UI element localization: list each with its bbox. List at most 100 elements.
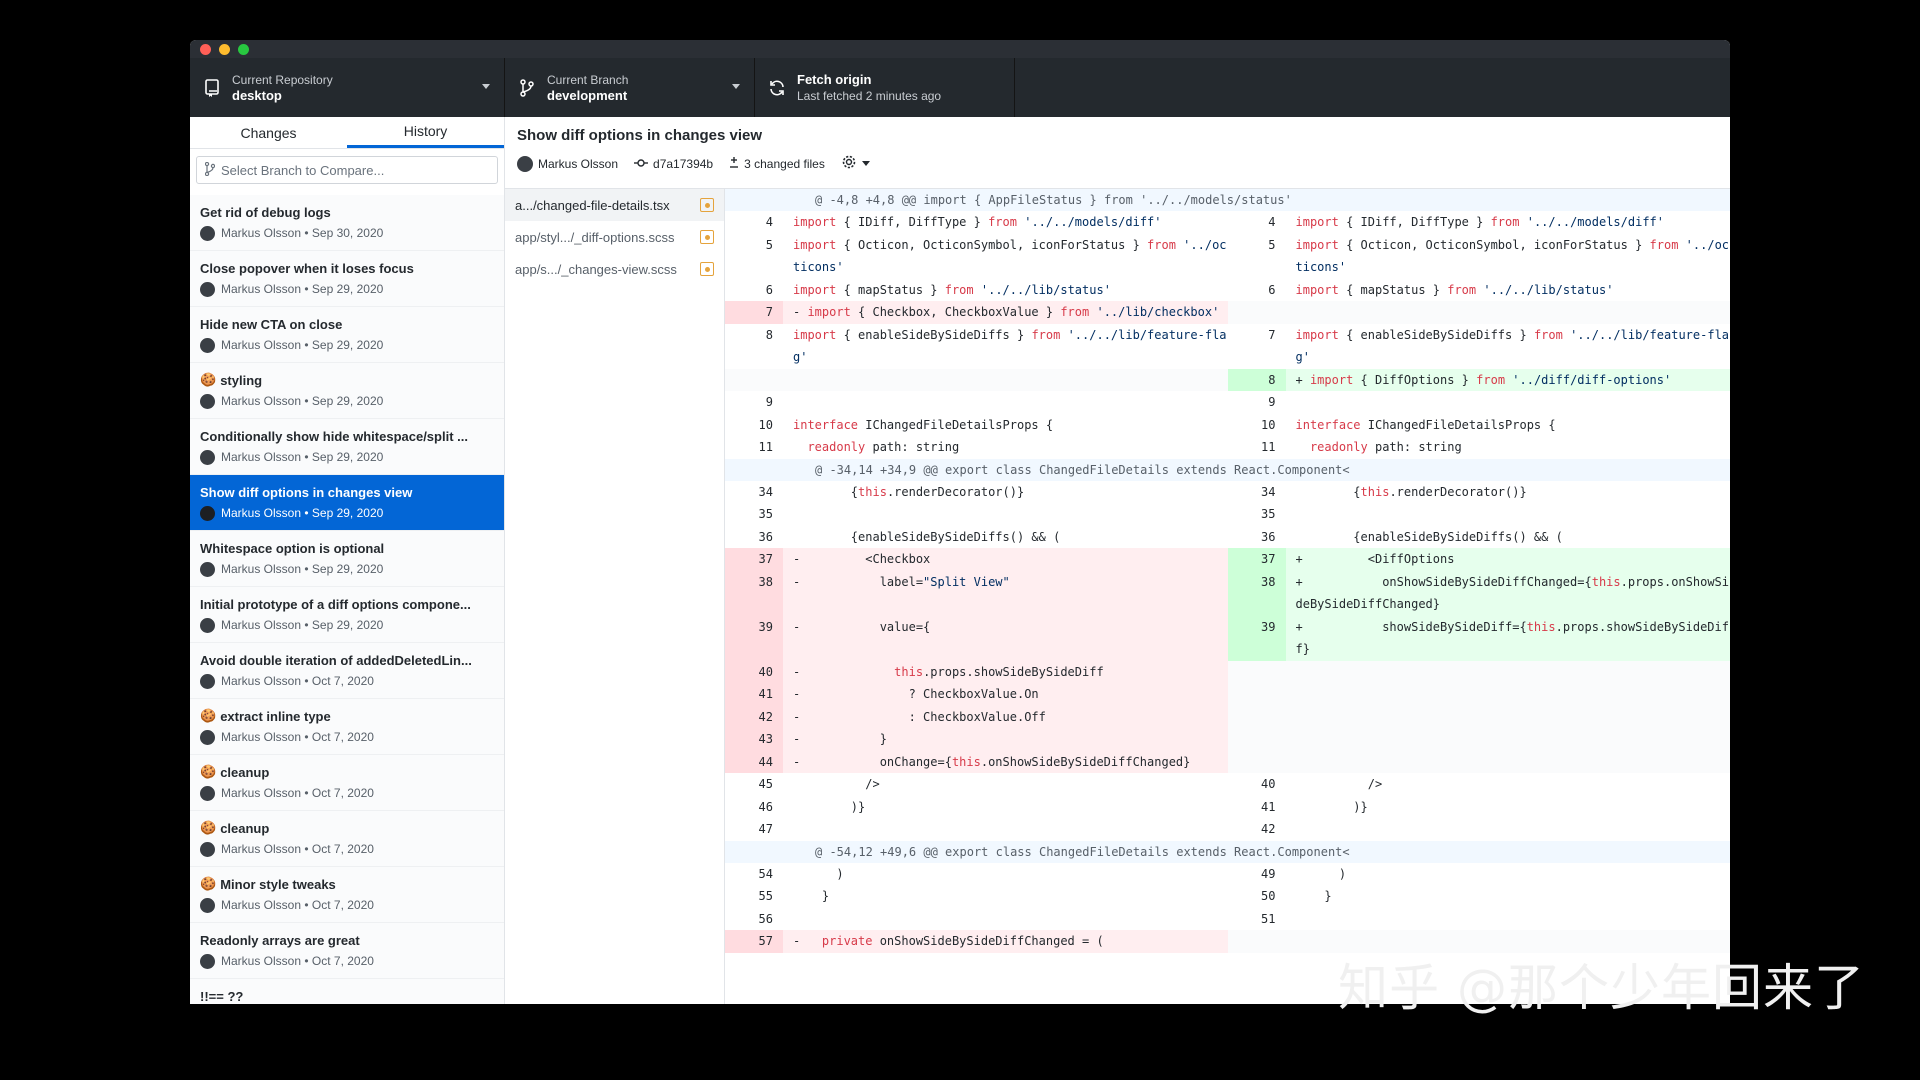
diff-line-old[interactable]: 56	[725, 908, 1228, 931]
commit-list-item[interactable]: Conditionally show hide whitespace/split…	[190, 419, 504, 475]
changed-file-item[interactable]: app/s.../_changes-view.scss	[505, 253, 724, 285]
line-number[interactable]: 6	[725, 279, 783, 302]
current-repository-button[interactable]: Current Repository desktop	[190, 58, 505, 117]
commit-list-item[interactable]: !!== ??	[190, 979, 504, 1004]
diff-hunk-header[interactable]: @ -54,12 +49,6 @@ export class ChangedFi…	[725, 840, 1730, 863]
diff-line-old[interactable]: 54 )	[725, 863, 1228, 886]
commit-list-item[interactable]: 🍪 Minor style tweaks Markus Olsson • Oct 7…	[190, 867, 504, 923]
line-number[interactable]: 43	[725, 728, 783, 751]
diff-line-old[interactable]: 43- }	[725, 728, 1228, 751]
diff-line-new[interactable]: 39 + showSideBySideDiff={this.props.showS…	[1227, 615, 1730, 661]
commit-list-item[interactable]: Readonly arrays are great Markus Olsson •…	[190, 923, 504, 979]
changed-file-item[interactable]: a.../changed-file-details.tsx	[505, 189, 724, 221]
line-number[interactable]: 5	[1228, 234, 1286, 279]
tab-changes[interactable]: Changes	[190, 117, 347, 148]
diff-line-new[interactable]: 5 import { Octicon, OcticonSymbol, iconFo…	[1228, 234, 1731, 279]
line-number[interactable]: 7	[725, 301, 783, 324]
diff-line-new[interactable]: 37 + <DiffOptions	[1227, 548, 1730, 571]
line-number[interactable]	[1228, 683, 1286, 706]
line-number[interactable]: 57	[725, 930, 783, 953]
commit-list-item[interactable]: Get rid of debug logs Markus Olsson • Sep…	[190, 195, 504, 251]
line-number[interactable]: 7	[1228, 324, 1286, 369]
line-number[interactable]: 37	[725, 548, 783, 571]
diff-line-old[interactable]: 41- ? CheckboxValue.On	[725, 683, 1228, 706]
diff-line-old[interactable]: 42- : CheckboxValue.Off	[725, 705, 1228, 728]
line-number[interactable]: 44	[725, 750, 783, 773]
diff-line-new[interactable]: 38 + onShowSideBySideDiffChanged={this.pr…	[1227, 570, 1730, 616]
diff-line-new[interactable]: 6 import { mapStatus } from '../../lib/st…	[1228, 279, 1731, 302]
diff-line-old[interactable]: 44- onChange={this.onShowSideBySideDiffC…	[725, 750, 1228, 773]
diff-line-old[interactable]	[725, 368, 1228, 392]
line-number[interactable]: 41	[725, 683, 783, 706]
diff-line-new[interactable]: 41 )}	[1228, 796, 1731, 819]
line-number[interactable]: 42	[725, 705, 783, 728]
line-number[interactable]: 51	[1228, 908, 1286, 931]
line-number[interactable]: 9	[1228, 391, 1286, 414]
diff-line-old[interactable]: 9	[725, 391, 1228, 414]
commit-list-item[interactable]: Close popover when it loses focus Markus …	[190, 251, 504, 307]
line-number[interactable]	[1228, 706, 1286, 729]
diff-line-old[interactable]: 39- value={	[725, 615, 1228, 661]
diff-line-old[interactable]: 4 import { IDiff, DiffType } from '../../…	[725, 211, 1228, 234]
line-number[interactable]	[1228, 751, 1286, 774]
line-number[interactable]: 41	[1228, 796, 1286, 819]
diff-line-new[interactable]: 9	[1228, 391, 1731, 414]
line-number[interactable]: 40	[1228, 773, 1286, 796]
line-number[interactable]: 35	[1228, 503, 1286, 526]
line-number[interactable]	[1228, 301, 1286, 324]
line-number[interactable]: 10	[1228, 414, 1286, 437]
line-number[interactable]	[1228, 728, 1286, 751]
line-number[interactable]: 34	[725, 481, 783, 504]
line-number[interactable]: 50	[1228, 885, 1286, 908]
close-window-button[interactable]	[200, 43, 211, 55]
line-number[interactable]: 4	[1228, 211, 1286, 234]
diff-line-old[interactable]: 55 }	[725, 885, 1228, 908]
line-number[interactable]: 5	[725, 234, 783, 279]
line-number[interactable]: 4	[725, 211, 783, 234]
commit-sha[interactable]: d7a17394b	[634, 157, 713, 171]
diff-line-new[interactable]: 11 readonly path: string	[1228, 436, 1731, 459]
diff-line-old[interactable]: 47	[725, 818, 1228, 841]
zoom-window-button[interactable]	[238, 43, 249, 55]
line-number[interactable]: 45	[725, 773, 783, 796]
line-number[interactable]: 56	[725, 908, 783, 931]
diff-line-old[interactable]: 8 import { enableSideBySideDiffs } from '…	[725, 324, 1228, 369]
line-number[interactable]: 36	[725, 526, 783, 549]
line-number[interactable]	[725, 369, 783, 392]
diff-line-old[interactable]: 38- label="Split View"	[725, 570, 1228, 616]
commit-list-item[interactable]: 🍪 styling Markus Olsson • Sep 29, 2020	[190, 363, 504, 419]
diff-line-new[interactable]: 51	[1228, 908, 1731, 931]
commit-list-item[interactable]: Show diff options in changes view Markus …	[190, 475, 504, 531]
diff-line-new[interactable]	[1227, 660, 1730, 683]
line-number[interactable]: 46	[725, 796, 783, 819]
line-number[interactable]: 8	[725, 324, 783, 369]
line-number[interactable]: 34	[1228, 481, 1286, 504]
changed-file-item[interactable]: app/styl.../_diff-options.scss	[505, 221, 724, 253]
line-number[interactable]: 6	[1228, 279, 1286, 302]
line-number[interactable]: 36	[1228, 526, 1286, 549]
line-number[interactable]: 54	[725, 863, 783, 886]
diff-line-new[interactable]: 4 import { IDiff, DiffType } from '../../…	[1228, 211, 1731, 234]
commit-list-item[interactable]: Whitespace option is optional Markus Olss…	[190, 531, 504, 587]
diff-line-old[interactable]: 40- this.props.showSideBySideDiff	[725, 660, 1228, 683]
diff-line-old[interactable]: 10 interface IChangedFileDetailsProps {	[725, 414, 1228, 437]
line-number[interactable]: 55	[725, 885, 783, 908]
diff-hunk-header[interactable]: @ -4,8 +4,8 @@ import { AppFileStatus } …	[725, 189, 1730, 211]
diff-line-new[interactable]: 49 )	[1228, 863, 1731, 886]
diff-line-new[interactable]: 35	[1228, 503, 1731, 526]
diff-line-new[interactable]	[1227, 683, 1730, 706]
diff-line-new[interactable]: 42	[1228, 818, 1731, 841]
diff-line-old[interactable]: 57- private onShowSideBySideDiffChanged …	[725, 930, 1228, 953]
line-number[interactable]: 39	[725, 615, 783, 661]
current-branch-button[interactable]: Current Branch development	[505, 58, 755, 117]
commit-list-item[interactable]: Initial prototype of a diff options comp…	[190, 587, 504, 643]
diff-line-old[interactable]: 5 import { Octicon, OcticonSymbol, iconFo…	[725, 234, 1228, 279]
diff-line-old[interactable]: 45 />	[725, 773, 1228, 796]
fetch-origin-button[interactable]: Fetch origin Last fetched 2 minutes ago	[755, 58, 1015, 117]
line-number[interactable]: 11	[725, 436, 783, 459]
diff-line-old[interactable]: 11 readonly path: string	[725, 436, 1228, 459]
line-number[interactable]: 38	[725, 570, 783, 616]
diff-line-old[interactable]: 34 {this.renderDecorator()}	[725, 481, 1228, 504]
commit-list-item[interactable]: Hide new CTA on close Markus Olsson • Sep…	[190, 307, 504, 363]
diff-line-new[interactable]	[1227, 705, 1730, 729]
